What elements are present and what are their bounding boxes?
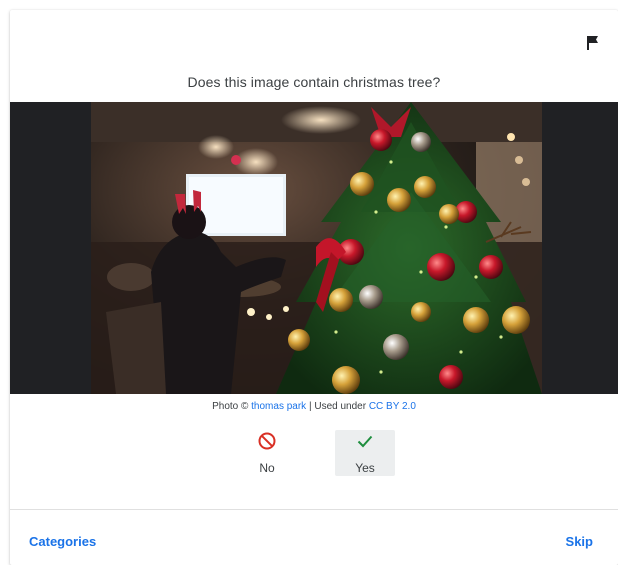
footer-divider (10, 509, 618, 510)
yes-label: Yes (355, 461, 375, 475)
attribution-separator: | Used under (306, 401, 369, 412)
no-label: No (259, 461, 275, 475)
photo-christmas-tree (91, 102, 542, 394)
license-link[interactable]: CC BY 2.0 (369, 401, 416, 412)
verification-card: Does this image contain christmas tree? (10, 10, 618, 565)
block-icon (258, 432, 276, 450)
skip-link[interactable]: Skip (566, 534, 593, 549)
image-frame (10, 102, 618, 394)
question-text: Does this image contain christmas tree? (187, 74, 441, 90)
yes-button[interactable]: Yes (335, 430, 395, 476)
no-button[interactable]: No (237, 430, 297, 476)
categories-link[interactable]: Categories (29, 534, 96, 549)
author-link[interactable]: thomas park (251, 401, 306, 412)
photo-attribution: Photo © thomas park | Used under CC BY 2… (10, 401, 618, 412)
check-icon (357, 435, 373, 448)
report-button[interactable] (583, 33, 603, 53)
flag-icon (587, 36, 598, 50)
attribution-prefix: Photo © (212, 401, 252, 412)
